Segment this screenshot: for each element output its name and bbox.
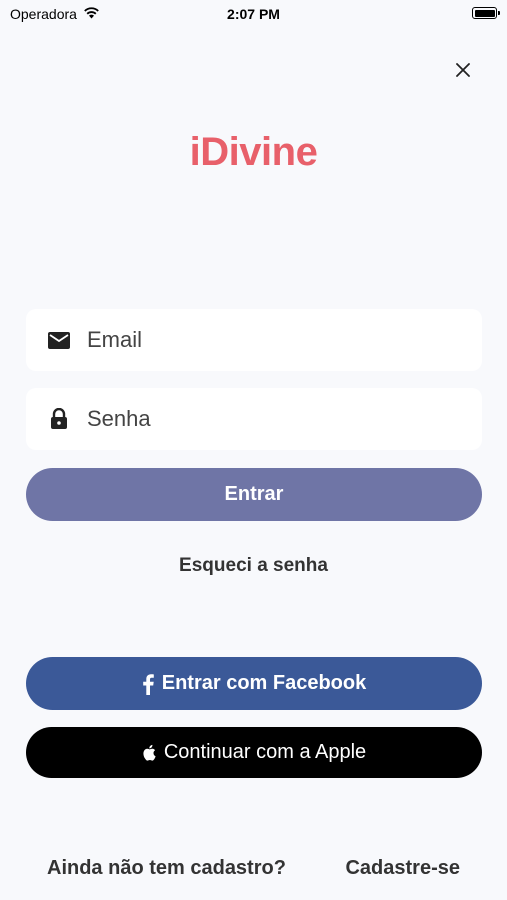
apple-button-label: Continuar com a Apple bbox=[163, 741, 367, 763]
battery-icon bbox=[472, 7, 500, 19]
apple-icon bbox=[142, 744, 156, 761]
email-field[interactable] bbox=[26, 309, 482, 371]
close-button[interactable] bbox=[450, 57, 476, 83]
app-logo: iDivine bbox=[189, 130, 318, 174]
status-bar: Operadora 2:07 PM bbox=[0, 0, 507, 30]
status-time: 2:07 PM bbox=[227, 6, 280, 22]
signup-footer: Ainda não tem cadastro? Cadastre-se bbox=[0, 857, 507, 881]
forgot-password-link[interactable]: Esqueci a senha bbox=[0, 555, 507, 577]
signup-link[interactable]: Cadastre-se bbox=[345, 857, 460, 880]
signup-question: Ainda não tem cadastro? bbox=[47, 857, 286, 879]
login-button[interactable]: Entrar bbox=[26, 468, 482, 521]
apple-login-button[interactable]: Continuar com a Apple bbox=[26, 727, 482, 778]
facebook-icon bbox=[142, 673, 154, 695]
password-field[interactable] bbox=[26, 388, 482, 450]
facebook-login-button[interactable]: Entrar com Facebook bbox=[26, 657, 482, 710]
envelope-icon bbox=[48, 329, 70, 351]
facebook-button-label: Entrar com Facebook bbox=[161, 672, 367, 694]
password-input[interactable] bbox=[87, 406, 447, 432]
login-button-label: Entrar bbox=[224, 483, 284, 505]
close-icon bbox=[456, 63, 470, 77]
email-input[interactable] bbox=[87, 327, 447, 353]
lock-icon bbox=[48, 408, 70, 430]
